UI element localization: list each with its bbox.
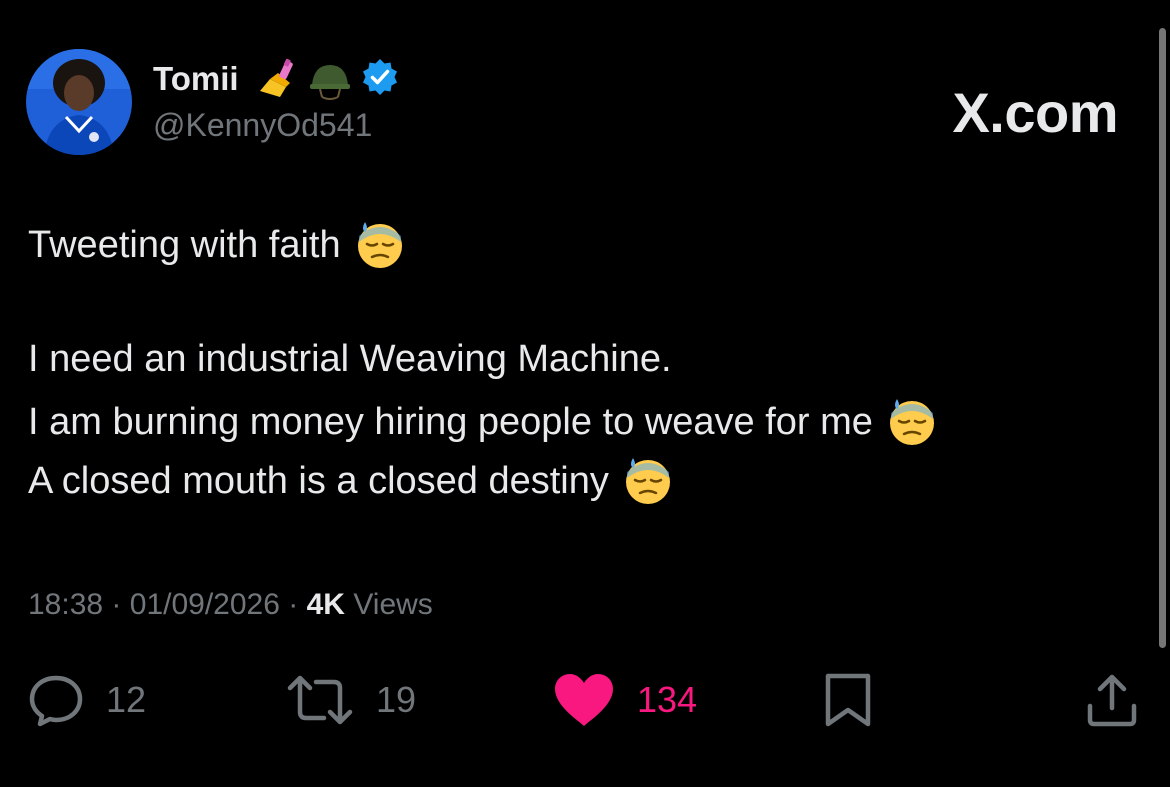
reply-count: 12 [106,679,147,720]
author-badges [256,57,404,101]
author-name[interactable]: Tomii [153,60,239,98]
bookmark-icon [822,672,874,728]
scrollbar[interactable] [1159,28,1166,648]
tweet-time[interactable]: 18:38 [28,588,103,621]
downcast-sweat-face-emoji [355,220,405,270]
verified-badge-icon [360,57,404,101]
tweet-line-text: A closed mouth is a closed destiny [28,459,609,502]
views-label[interactable]: Views [353,588,432,621]
military-helmet-icon [308,57,352,101]
tweet-line: I am burning money hiring people to weav… [28,397,937,447]
tweet-line: Tweeting with faith [28,220,405,270]
reply-button[interactable]: 12 [28,672,146,728]
repost-button[interactable]: 19 [286,672,416,728]
nail-polish-icon [256,57,300,101]
author-handle[interactable]: @KennyOd541 [153,107,372,144]
downcast-sweat-face-emoji [623,456,673,506]
tweet-line-text: I am burning money hiring people to weav… [28,400,873,443]
repost-icon [286,672,354,728]
avatar[interactable] [26,49,132,155]
tweet-date[interactable]: 01/09/2026 [130,588,280,621]
tweet-line: I need an industrial Weaving Machine. [28,338,672,381]
reply-icon [28,672,84,728]
meta-separator: · [288,588,299,621]
tweet-meta: 18:38 · 01/09/2026 · 4K Views [28,588,433,622]
share-icon [1084,672,1140,728]
share-button[interactable] [1084,672,1140,728]
repost-count: 19 [376,679,417,720]
like-heart-icon [553,672,615,728]
x-com-watermark: X.com [952,81,1118,144]
tweet-line-text: Tweeting with faith [28,223,341,266]
tweet-line: A closed mouth is a closed destiny [28,456,673,506]
tweet-line-text: I need an industrial Weaving Machine. [28,338,672,380]
like-button[interactable]: 134 [553,672,697,728]
meta-separator: · [111,588,122,621]
downcast-sweat-face-emoji [887,397,937,447]
views-count[interactable]: 4K [307,588,345,621]
like-count: 134 [637,679,698,720]
bookmark-button[interactable] [822,672,874,728]
